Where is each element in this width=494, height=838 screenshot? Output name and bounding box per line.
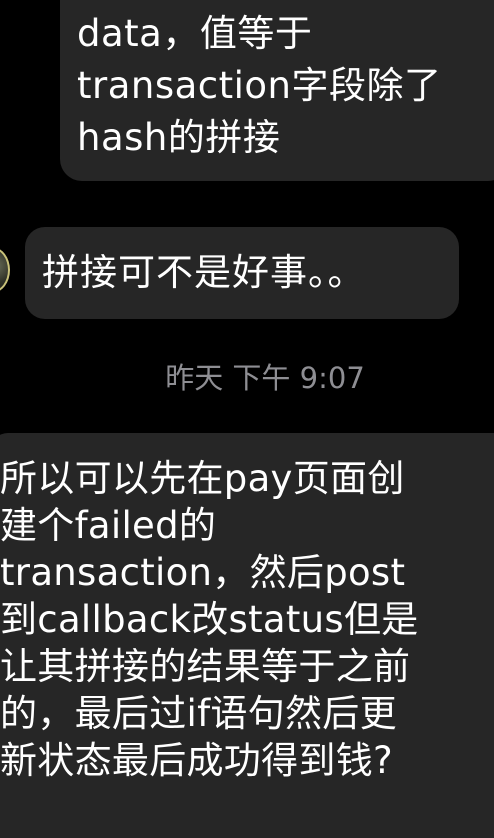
message-bubble-incoming-middle[interactable]: 拼接可不是好事。。 [25,227,459,319]
message-line: 建个failed的 [0,504,217,547]
message-line: 让其拼接的结果等于之前 [0,645,411,688]
message-line: 的，最后过if语句然后更 [0,692,397,735]
message-line: 新状态最后成功得到钱? [0,739,393,782]
message-timestamp: 昨天 下午 9:07 [165,361,365,395]
message-line: 所以可以先在pay页面创 [0,457,405,500]
message-line: hash的拼接 [77,116,281,159]
message-line: 到callback改status但是 [0,598,419,641]
message-text: 拼接可不是好事。。 [42,251,366,294]
message-line: transaction，然后post [0,551,406,594]
message-line: transaction字段除了 [77,64,442,107]
message-bubble-incoming-top[interactable]: data，值等于 transaction字段除了 hash的拼接 [60,0,494,181]
sender-avatar[interactable] [0,247,10,293]
chat-screen: data，值等于 transaction字段除了 hash的拼接 拼接可不是好事… [0,0,494,838]
message-line: data，值等于 [77,12,313,55]
message-bubble-bottom[interactable]: 所以可以先在pay页面创 建个failed的 transaction，然后pos… [0,433,494,838]
